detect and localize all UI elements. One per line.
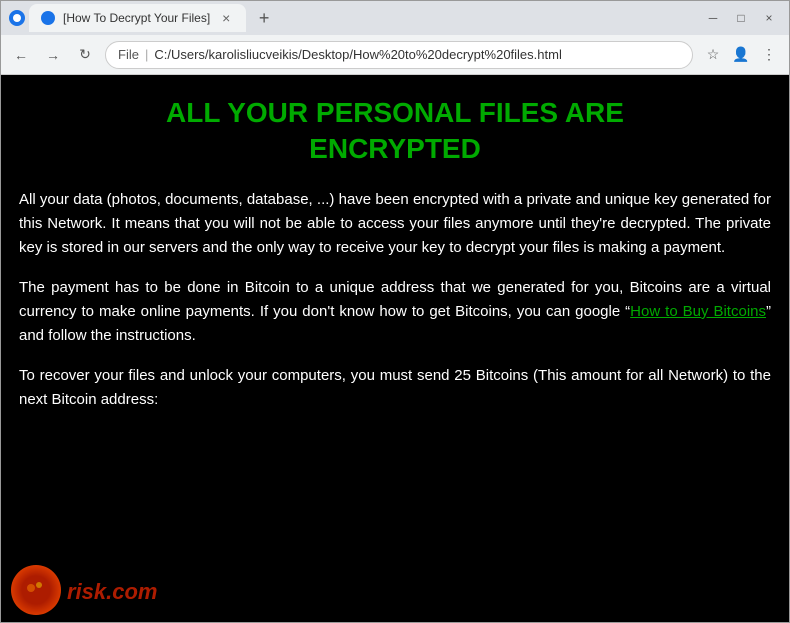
paragraph-1: All your data (photos, documents, databa… <box>19 188 771 260</box>
refresh-button[interactable]: ↻ <box>73 43 97 67</box>
watermark-overlay: risk.com <box>1 562 789 622</box>
profile-icon[interactable]: 👤 <box>729 43 753 67</box>
window-controls: ─ □ × <box>701 6 781 30</box>
forward-button[interactable]: → <box>41 43 65 67</box>
paragraph-3: To recover your files and unlock your co… <box>19 364 771 412</box>
page-content: ALL YOUR PERSONAL FILES AREENCRYPTED All… <box>1 75 789 622</box>
url-separator: | <box>145 47 148 62</box>
back-button[interactable]: ← <box>9 43 33 67</box>
url-text: C:/Users/karolisliucveikis/Desktop/How%2… <box>154 47 562 62</box>
maximize-button[interactable]: □ <box>729 6 753 30</box>
url-scheme: File <box>118 47 139 62</box>
address-bar[interactable]: File | C:/Users/karolisliucveikis/Deskto… <box>105 41 693 69</box>
how-to-buy-bitcoins-link[interactable]: How to Buy Bitcoins <box>630 303 766 320</box>
bookmark-icon[interactable]: ☆ <box>701 43 725 67</box>
tab-title: [How To Decrypt Your Files] <box>63 11 210 25</box>
browser-tab[interactable]: [How To Decrypt Your Files] × <box>29 4 246 32</box>
tab-favicon <box>41 11 55 25</box>
title-bar: [How To Decrypt Your Files] × + ─ □ × <box>1 1 789 35</box>
address-bar-row: ← → ↻ File | C:/Users/karolisliucveikis/… <box>1 35 789 75</box>
toolbar-right: ☆ 👤 ⋮ <box>701 43 781 67</box>
browser-window: [How To Decrypt Your Files] × + ─ □ × ← … <box>0 0 790 623</box>
paragraph-2: The payment has to be done in Bitcoin to… <box>19 276 771 348</box>
minimize-button[interactable]: ─ <box>701 6 725 30</box>
logo-icon <box>11 565 61 615</box>
browser-icon <box>9 10 25 26</box>
logo-text: risk.com <box>67 579 158 605</box>
new-tab-button[interactable]: + <box>250 4 278 32</box>
tab-close-button[interactable]: × <box>218 10 234 26</box>
menu-icon[interactable]: ⋮ <box>757 43 781 67</box>
page-title: ALL YOUR PERSONAL FILES AREENCRYPTED <box>19 95 771 168</box>
close-button[interactable]: × <box>757 6 781 30</box>
